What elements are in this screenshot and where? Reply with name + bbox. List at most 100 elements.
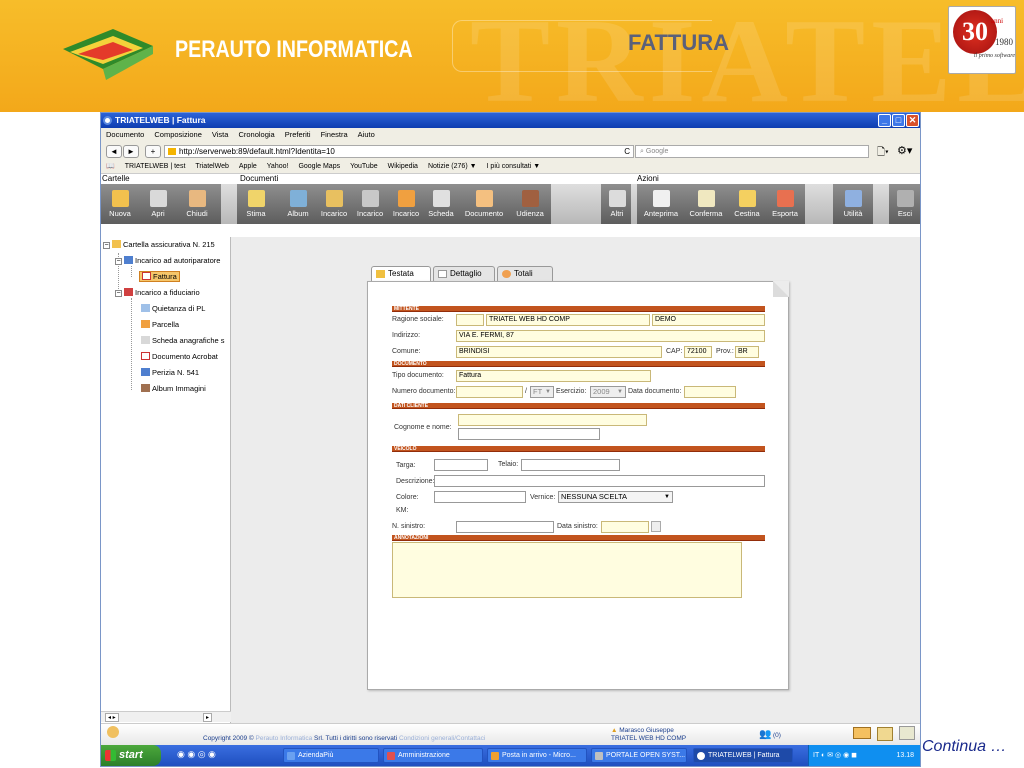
annotazioni-textarea[interactable] bbox=[392, 542, 742, 598]
ragione-input-2[interactable]: DEMO bbox=[652, 314, 765, 326]
conferma-button[interactable]: Conferma bbox=[685, 184, 727, 224]
clock-icon[interactable] bbox=[899, 726, 915, 740]
targa-input[interactable] bbox=[434, 459, 488, 471]
tab-totali[interactable]: Totali bbox=[497, 266, 553, 281]
forward-button[interactable]: ► bbox=[123, 145, 139, 158]
start-button[interactable]: start bbox=[101, 745, 161, 766]
cap-input[interactable]: 72100 bbox=[684, 346, 712, 358]
quick-launch-icons[interactable]: ◉ ◉ ◎ ◉ bbox=[177, 749, 216, 760]
continua-link[interactable]: Continua … bbox=[922, 738, 1007, 756]
ragione-code-input[interactable] bbox=[456, 314, 484, 326]
bookmark-item[interactable]: Apple bbox=[239, 160, 257, 173]
task-amministrazione[interactable]: Amministrazione bbox=[383, 748, 483, 763]
close-button[interactable]: ✕ bbox=[906, 114, 919, 127]
prov-input[interactable]: BR bbox=[735, 346, 759, 358]
ragione-input[interactable]: TRIATEL WEB HD COMP bbox=[486, 314, 650, 326]
tree-fattura[interactable]: Fattura bbox=[139, 271, 180, 282]
search-input[interactable]: ⌕ Google bbox=[635, 145, 869, 158]
keyboard-icon[interactable] bbox=[853, 727, 871, 739]
documento-button[interactable]: Documento bbox=[461, 184, 507, 224]
incarico-button-2[interactable]: Incarico bbox=[353, 184, 387, 224]
altri-button[interactable]: Altri bbox=[603, 184, 631, 224]
menu-documento[interactable]: Documento bbox=[106, 128, 144, 142]
bookmark-item[interactable]: Yahoo! bbox=[267, 160, 289, 173]
bookmark-item[interactable]: I più consultati ▼ bbox=[487, 160, 541, 173]
tree-perizia[interactable]: Perizia N. 541 bbox=[141, 368, 199, 378]
task-triatelweb[interactable]: TRIATELWEB | Fattura bbox=[693, 748, 793, 763]
incarico-button-3[interactable]: Incarico bbox=[389, 184, 423, 224]
numero-input[interactable] bbox=[456, 386, 523, 398]
task-portale[interactable]: PORTALE OPEN SYST... bbox=[591, 748, 687, 763]
bookmark-item[interactable]: YouTube bbox=[350, 160, 378, 173]
users-icon[interactable]: 👥 bbox=[759, 729, 771, 740]
bookmarks-icon[interactable]: 📖 bbox=[106, 160, 115, 173]
utilita-button[interactable]: Utilità bbox=[835, 184, 871, 224]
serie-select[interactable]: FT ▼ bbox=[530, 386, 554, 398]
descrizione-input[interactable] bbox=[434, 475, 765, 487]
maximize-button[interactable]: □ bbox=[892, 114, 905, 127]
data-sinistro-input[interactable] bbox=[601, 521, 649, 533]
add-bookmark-button[interactable]: + bbox=[145, 145, 161, 158]
collapse-icon[interactable]: − bbox=[115, 290, 122, 297]
chiudi-button[interactable]: Chiudi bbox=[179, 184, 215, 224]
scheda-button[interactable]: Scheda bbox=[425, 184, 457, 224]
stima-button[interactable]: Stima bbox=[239, 184, 273, 224]
tree-scheda[interactable]: Scheda anagrafiche s bbox=[141, 336, 225, 346]
company-link[interactable]: Perauto Informatica bbox=[256, 735, 313, 742]
tree-root[interactable]: − Cartella assicurativa N. 215 bbox=[103, 240, 215, 250]
udienza-button[interactable]: Udienza bbox=[511, 184, 549, 224]
telaio-input[interactable] bbox=[521, 459, 620, 471]
tree-album[interactable]: Album Immagini bbox=[141, 384, 206, 394]
language-indicator[interactable]: IT bbox=[813, 752, 819, 759]
task-aziendapiu[interactable]: AziendaPiù bbox=[283, 748, 379, 763]
collapse-icon[interactable]: − bbox=[103, 242, 110, 249]
anteprima-button[interactable]: Anteprima bbox=[639, 184, 683, 224]
cognome-input[interactable] bbox=[458, 414, 647, 426]
calendar-icon[interactable] bbox=[877, 727, 893, 741]
bookmark-item[interactable]: Notizie (276) ▼ bbox=[428, 160, 477, 173]
conditions-link[interactable]: Condizioni generali/Contattaci bbox=[399, 735, 485, 742]
minimize-button[interactable]: _ bbox=[878, 114, 891, 127]
menu-finestra[interactable]: Finestra bbox=[321, 128, 348, 142]
menu-cronologia[interactable]: Cronologia bbox=[238, 128, 274, 142]
nuova-button[interactable]: Nuova bbox=[103, 184, 137, 224]
tray-icons[interactable]: ◐ ✉ ◎ ◉ ◼ bbox=[821, 752, 857, 759]
apri-button[interactable]: Apri bbox=[141, 184, 175, 224]
tipo-input[interactable]: Fattura bbox=[456, 370, 651, 382]
menu-composizione[interactable]: Composizione bbox=[154, 128, 202, 142]
album-button[interactable]: Album bbox=[283, 184, 313, 224]
back-button[interactable]: ◄ bbox=[106, 145, 122, 158]
bookmark-item[interactable]: TRIATELWEB | test bbox=[125, 160, 186, 173]
esporta-button[interactable]: Esporta bbox=[767, 184, 803, 224]
tree-horizontal-scrollbar[interactable]: ◂ ▸ ▸ bbox=[101, 711, 231, 722]
tab-dettaglio[interactable]: Dettaglio bbox=[433, 266, 495, 281]
vernice-select[interactable]: NESSUNA SCELTA ▼ bbox=[558, 491, 673, 503]
bookmark-item[interactable]: TriatelWeb bbox=[195, 160, 228, 173]
data-documento-input[interactable] bbox=[684, 386, 736, 398]
esci-button[interactable]: Esci bbox=[891, 184, 919, 224]
indirizzo-input[interactable]: VIA E. FERMI, 87 bbox=[456, 330, 765, 342]
task-posta[interactable]: Posta in arrivo - Micro... bbox=[487, 748, 587, 763]
calendar-icon[interactable] bbox=[651, 521, 661, 532]
page-menu-icon[interactable]: 🗋▾ bbox=[877, 145, 889, 162]
menu-vista[interactable]: Vista bbox=[212, 128, 229, 142]
messages-count[interactable]: (0) bbox=[773, 732, 781, 739]
tree-quietanza[interactable]: Quietanza di PL bbox=[141, 304, 205, 314]
esercizio-select[interactable]: 2009 ▼ bbox=[590, 386, 626, 398]
menu-aiuto[interactable]: Aiuto bbox=[358, 128, 375, 142]
url-input[interactable]: http://serverweb:89/default.html?Identit… bbox=[164, 145, 634, 158]
tab-testata[interactable]: Testata bbox=[371, 266, 431, 282]
tree-documento-acrobat[interactable]: Documento Acrobat bbox=[141, 352, 218, 362]
reload-icon[interactable]: C bbox=[624, 146, 630, 157]
sinistro-input[interactable] bbox=[456, 521, 554, 533]
cognome-input-2[interactable] bbox=[458, 428, 600, 440]
gear-icon[interactable]: ⚙▾ bbox=[897, 144, 912, 157]
comune-input[interactable]: BRINDISI bbox=[456, 346, 662, 358]
bookmark-item[interactable]: Google Maps bbox=[298, 160, 340, 173]
tree-incarico-fiduciario[interactable]: − Incarico a fiduciario bbox=[115, 288, 200, 298]
menu-preferiti[interactable]: Preferiti bbox=[285, 128, 311, 142]
collapse-icon[interactable]: − bbox=[115, 258, 122, 265]
tree-incarico-autoriparatore[interactable]: − Incarico ad autoriparatore bbox=[115, 256, 220, 266]
cestina-button[interactable]: Cestina bbox=[729, 184, 765, 224]
tree-parcella[interactable]: Parcella bbox=[141, 320, 179, 330]
